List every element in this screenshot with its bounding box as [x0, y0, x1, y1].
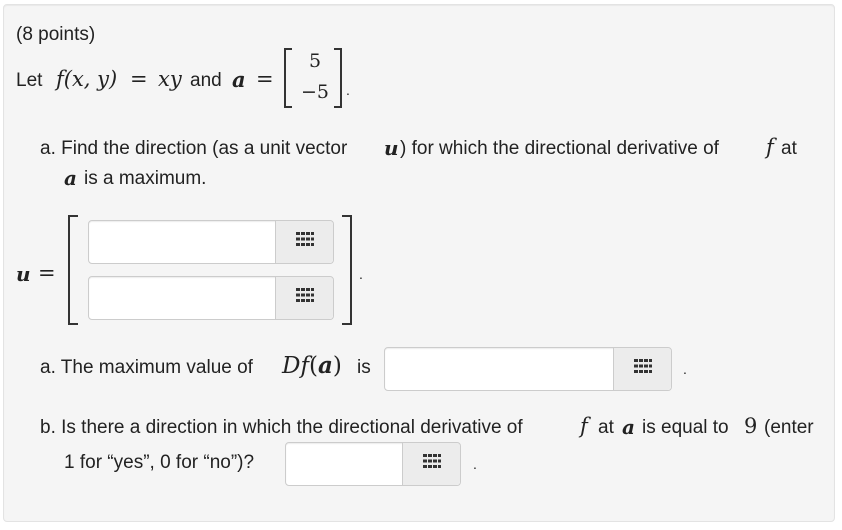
part-b-nine: 9	[744, 414, 758, 438]
part-b-a: a	[622, 415, 635, 439]
vector-right-bracket	[334, 48, 342, 108]
intro-equals-2: =	[256, 67, 274, 91]
intro-function: f(x, y)	[56, 67, 118, 91]
part-b-enter: (enter	[764, 417, 814, 438]
max-value-field[interactable]	[384, 347, 672, 391]
part-b-text-2: is equal to	[642, 417, 729, 438]
intro-period: .	[346, 82, 350, 98]
part-a2-open-paren: (	[308, 353, 318, 379]
yes-no-palette-button[interactable]	[402, 443, 460, 485]
part-a1-f: f	[766, 135, 774, 159]
u-left-bracket	[68, 215, 78, 325]
part-b-text-3: 1 for “yes”, 0 for “no”)?	[64, 452, 255, 473]
grid-palette-icon	[633, 358, 653, 380]
intro-expression: xy	[158, 67, 182, 91]
part-a1-a: a	[64, 166, 77, 190]
yes-no-input[interactable]	[286, 443, 404, 485]
max-value-input[interactable]	[385, 348, 613, 390]
intro-a: a	[232, 67, 246, 92]
u-entry-1-palette-button[interactable]	[275, 221, 333, 263]
u-entry-1-field[interactable]	[88, 220, 334, 264]
u-entry-1-input[interactable]	[89, 221, 275, 263]
u-right-bracket	[342, 215, 352, 325]
part-a2-expression: Df(a)	[282, 352, 342, 379]
u-vector-equals: =	[38, 261, 56, 285]
max-value-palette-button[interactable]	[613, 348, 671, 390]
u-entry-2-palette-button[interactable]	[275, 277, 333, 319]
part-a1-text-4: is a maximum.	[84, 168, 207, 189]
part-b-period: .	[473, 456, 477, 472]
grid-palette-icon	[295, 231, 315, 253]
intro-and: and	[190, 70, 222, 91]
part-a2-period: .	[683, 361, 687, 377]
grid-palette-icon	[422, 453, 442, 475]
yes-no-field[interactable]	[285, 442, 461, 486]
part-a2-is: is	[357, 357, 371, 378]
u-entry-2-field[interactable]	[88, 276, 334, 320]
vector-top-entry: 5	[309, 50, 322, 72]
intro-let: Let	[16, 70, 43, 91]
part-a2-text: a. The maximum value of	[40, 357, 253, 378]
part-a2-a: a	[317, 352, 333, 379]
part-a1-text-2: ) for which the directional derivative o…	[400, 138, 719, 159]
vector-left-bracket	[284, 48, 292, 108]
part-a1-u: u	[384, 136, 399, 160]
grid-palette-icon	[295, 287, 315, 309]
part-b-at: at	[598, 417, 614, 438]
part-b-text-1: b. Is there a direction in which the dir…	[40, 417, 523, 438]
u-vector-period: .	[359, 266, 363, 282]
part-a2-D-f: Df	[282, 353, 309, 379]
part-a1-text-3: at	[781, 138, 797, 159]
intro-equals-1: =	[130, 67, 148, 91]
points-label: (8 points)	[16, 24, 96, 45]
part-a1-text-1: a. Find the direction (as a unit vector	[40, 138, 348, 159]
part-b-f: f	[580, 414, 588, 438]
vector-bottom-entry: −5	[301, 81, 330, 103]
u-vector-label: u	[16, 262, 31, 286]
u-entry-2-input[interactable]	[89, 277, 275, 319]
part-a2-close-paren: )	[332, 353, 342, 379]
